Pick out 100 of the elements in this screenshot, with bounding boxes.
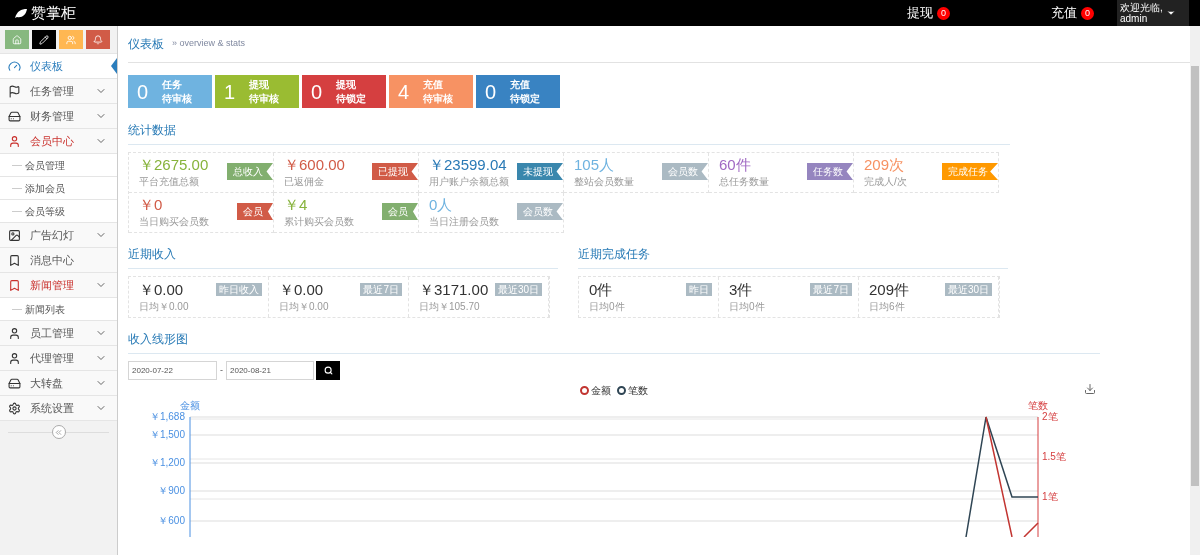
sidebar-item[interactable]: 广告幻灯 xyxy=(0,223,117,247)
users-icon xyxy=(66,34,76,45)
stat-value: ￥4 xyxy=(284,195,308,215)
summary-tile[interactable]: 0 充值 待锁定 xyxy=(476,75,560,108)
drive-icon xyxy=(8,376,21,390)
summary-caption: 日均￥0.00 xyxy=(279,300,329,313)
tile-label: 待审核 xyxy=(423,91,453,106)
stat-caption: 累计购买会员数 xyxy=(284,215,355,228)
stat-value: 60件 xyxy=(719,155,751,175)
sidebar-item[interactable]: 员工管理 xyxy=(0,321,117,345)
page-subtitle: » overview & stats xyxy=(172,37,246,51)
sidebar-item[interactable]: 任务管理 xyxy=(0,79,117,103)
legend-label: 金额 xyxy=(591,383,611,398)
summary-caption: 日均￥105.70 xyxy=(419,300,480,313)
summary-value: ￥0.00 xyxy=(279,280,324,300)
period-tag: 昨日 xyxy=(686,283,712,296)
bell-icon xyxy=(93,34,103,45)
axis-tick-label: ￥1,500 xyxy=(149,429,185,440)
tile-label: 提现 xyxy=(249,77,270,92)
tile-count: 0 xyxy=(310,79,324,105)
end-date-field[interactable]: 2020-08-21 xyxy=(226,361,314,380)
sidebar-item[interactable]: 财务管理 xyxy=(0,104,117,128)
stat-caption: 总任务数量 xyxy=(719,175,770,188)
summary-caption: 日均0件 xyxy=(589,300,625,313)
sidebar-item[interactable]: 系统设置 xyxy=(0,396,117,420)
stat-value: ￥2675.00 xyxy=(139,155,209,175)
sidebar-item[interactable]: 消息中心 xyxy=(0,248,117,272)
sidebar-item[interactable]: 会员中心 xyxy=(0,129,117,153)
sidebar-item[interactable]: 大转盘 xyxy=(0,371,117,395)
tile-count: 1 xyxy=(223,79,237,105)
tile-count: 0 xyxy=(484,79,498,105)
collapse-button[interactable] xyxy=(51,425,66,439)
download-icon[interactable] xyxy=(1084,383,1096,395)
stat-value: ￥0 xyxy=(139,195,163,215)
home-icon xyxy=(12,34,22,45)
picture-icon xyxy=(8,228,21,242)
legend-label: 笔数 xyxy=(628,383,648,398)
period-tag: 昨日收入 xyxy=(216,283,262,296)
user-menu[interactable]: 欢迎光临, admin xyxy=(1117,0,1189,26)
user-icon xyxy=(8,134,21,148)
summary-caption: 日均0件 xyxy=(729,300,765,313)
period-tag: 最近7日 xyxy=(360,283,402,296)
search-icon xyxy=(323,366,333,375)
stat-value: ￥600.00 xyxy=(284,155,345,175)
tile-label: 待审核 xyxy=(162,91,192,106)
tile-count: 0 xyxy=(136,79,150,105)
header-link[interactable]: 提现 0 xyxy=(907,3,1051,23)
axis-title: 笔数 xyxy=(1028,400,1048,411)
axis-tick-label: ￥600 xyxy=(158,515,185,526)
tile-count: 4 xyxy=(397,79,411,105)
section-title: 统计数据 xyxy=(128,123,176,137)
stat-caption: 当日注册会员数 xyxy=(429,215,500,228)
page-title: 仪表板 xyxy=(128,36,164,53)
period-tag: 最近30日 xyxy=(494,283,542,296)
axis-tick-label: 1.5笔 xyxy=(1042,451,1066,462)
summary-value: 3件 xyxy=(729,280,753,300)
settings-icon xyxy=(8,401,21,415)
section-title: 近期完成任务 xyxy=(578,247,650,261)
period-tag: 最近7日 xyxy=(810,283,852,296)
stat-value: 0人 xyxy=(429,195,453,215)
user-icon xyxy=(8,326,21,340)
tile-label: 任务 xyxy=(162,77,183,92)
axis-tick-label: 1笔 xyxy=(1042,491,1058,502)
summary-caption: 日均6件 xyxy=(869,300,905,313)
summary-tile[interactable]: 0 提现 待锁定 xyxy=(302,75,386,108)
app-logo: 赞掌柜 xyxy=(31,2,76,23)
tile-label: 待审核 xyxy=(249,91,279,106)
sidebar-item[interactable]: 仪表板 xyxy=(0,54,117,78)
section-title: 近期收入 xyxy=(128,247,176,261)
flag-icon xyxy=(8,84,21,98)
stat-caption: 用户账户余额总额 xyxy=(429,175,510,188)
stat-tag: 完成任务 xyxy=(942,163,998,180)
start-date-field[interactable]: 2020-07-22 xyxy=(128,361,217,380)
axis-tick-label: ￥1,200 xyxy=(149,457,185,468)
sidebar-item[interactable]: 代理管理 xyxy=(0,346,117,370)
summary-value: ￥0.00 xyxy=(139,280,184,300)
axis-tick-label: ￥900 xyxy=(158,485,185,496)
stat-tag: 会员 xyxy=(382,203,418,220)
summary-caption: 日均￥0.00 xyxy=(139,300,189,313)
stat-caption: 完成人/次 xyxy=(864,175,908,188)
stat-tag: 总收入 xyxy=(227,163,273,180)
axis-tick-label: ￥1,688 xyxy=(149,411,185,422)
shortcut-button[interactable] xyxy=(32,30,56,49)
bookmark-icon xyxy=(8,278,21,292)
tile-label: 提现 xyxy=(336,77,357,92)
dashboard-icon xyxy=(8,59,21,73)
user-icon xyxy=(8,351,21,365)
bookmark-icon xyxy=(8,253,21,267)
tile-label: 充值 xyxy=(510,77,531,92)
header-link[interactable]: 充值 0 xyxy=(1051,3,1117,23)
stat-tag: 已提现 xyxy=(372,163,418,180)
search-button[interactable] xyxy=(316,361,340,380)
sidebar-item[interactable]: 新闻管理 xyxy=(0,273,117,297)
period-tag: 最近30日 xyxy=(944,283,992,296)
leaf-logo-icon xyxy=(14,7,28,19)
stat-caption: 整站会员数量 xyxy=(574,175,635,188)
tile-label: 充值 xyxy=(423,77,444,92)
stat-caption: 已返佣金 xyxy=(284,175,325,188)
section-title: 收入线形图 xyxy=(128,332,188,346)
count-badge: 0 xyxy=(1081,6,1094,20)
